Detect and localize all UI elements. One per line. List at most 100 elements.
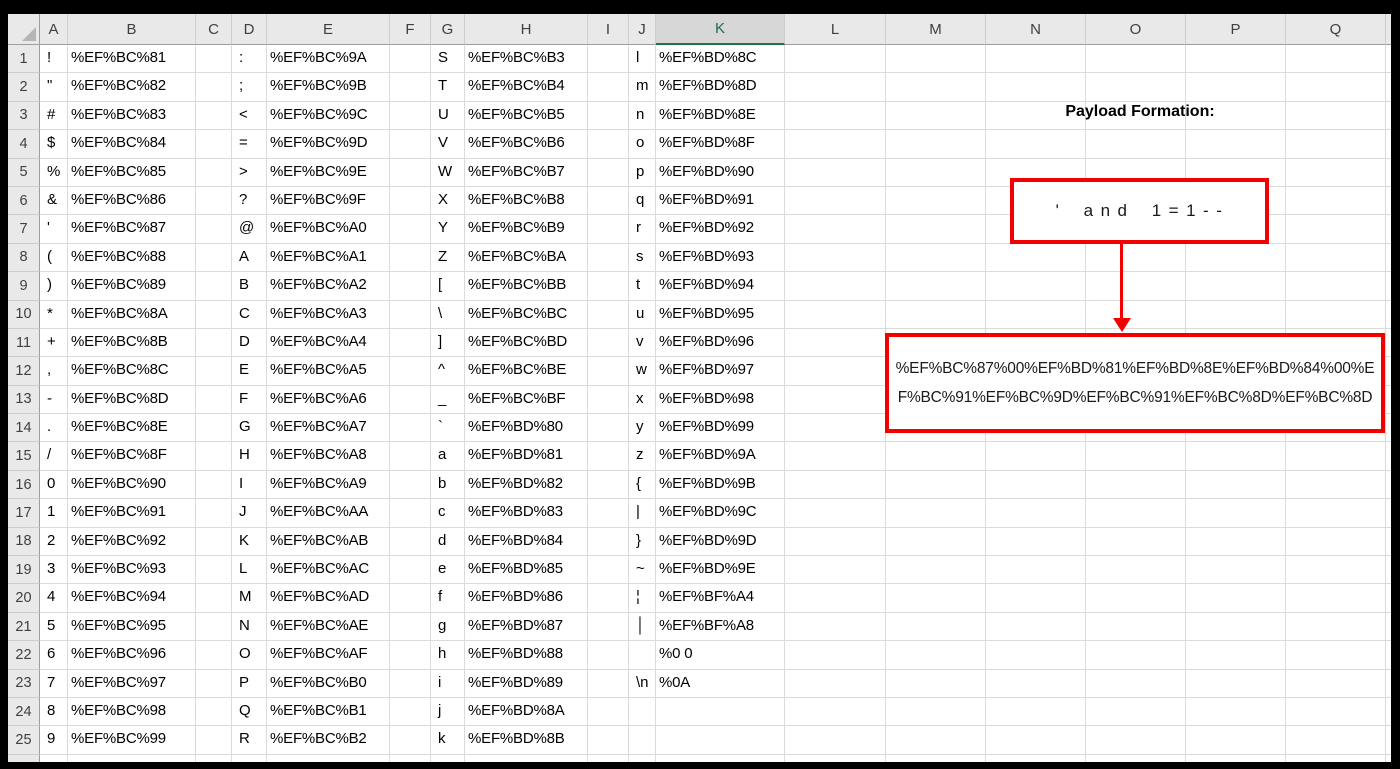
cell-E18[interactable]: %EF%BC%AB bbox=[267, 527, 390, 557]
cell-I10[interactable] bbox=[588, 300, 629, 329]
cell-A2[interactable]: " bbox=[40, 73, 68, 102]
cell-E16[interactable]: %EF%BC%A9 bbox=[267, 470, 390, 500]
cell-O18[interactable] bbox=[1086, 527, 1186, 557]
cell-J10[interactable]: u bbox=[629, 300, 656, 329]
cell-L22[interactable] bbox=[785, 641, 886, 670]
column-header-M[interactable]: M bbox=[886, 14, 986, 45]
cell-K10[interactable]: %EF%BD%95 bbox=[656, 300, 785, 329]
cell-A19[interactable]: 3 bbox=[40, 556, 68, 585]
cell-O1[interactable] bbox=[1086, 45, 1186, 74]
cell-C22[interactable] bbox=[196, 641, 232, 670]
cell-F24[interactable] bbox=[390, 697, 431, 727]
cell-Q3[interactable] bbox=[1286, 101, 1386, 131]
cell-N19[interactable] bbox=[986, 556, 1086, 585]
cell-D14[interactable]: G bbox=[232, 414, 267, 443]
cell-L3[interactable] bbox=[785, 101, 886, 131]
cell-B18[interactable]: %EF%BC%92 bbox=[68, 527, 196, 557]
cell-B26[interactable] bbox=[68, 754, 196, 762]
cell-B17[interactable]: %EF%BC%91 bbox=[68, 499, 196, 528]
cell-C25[interactable] bbox=[196, 726, 232, 755]
cell-A16[interactable]: 0 bbox=[40, 470, 68, 500]
cell-L9[interactable] bbox=[785, 272, 886, 301]
cell-G13[interactable]: _ bbox=[431, 385, 465, 415]
cell-H13[interactable]: %EF%BC%BF bbox=[465, 385, 588, 415]
cell-D15[interactable]: H bbox=[232, 442, 267, 471]
cell-N1[interactable] bbox=[986, 45, 1086, 74]
cell-B4[interactable]: %EF%BC%84 bbox=[68, 130, 196, 159]
cell-E14[interactable]: %EF%BC%A7 bbox=[267, 414, 390, 443]
cell-A11[interactable]: + bbox=[40, 328, 68, 358]
cell-F12[interactable] bbox=[390, 357, 431, 386]
cell-G26[interactable] bbox=[431, 754, 465, 762]
cell-P18[interactable] bbox=[1186, 527, 1286, 557]
row-header-23[interactable]: 23 bbox=[8, 669, 40, 698]
cell-C5[interactable] bbox=[196, 158, 232, 187]
cell-J25[interactable] bbox=[629, 726, 656, 755]
cell-Q15[interactable] bbox=[1286, 442, 1386, 471]
cell-J22[interactable] bbox=[629, 641, 656, 670]
cell-I24[interactable] bbox=[588, 697, 629, 727]
row-header-15[interactable]: 15 bbox=[8, 442, 40, 471]
cell-N17[interactable] bbox=[986, 499, 1086, 528]
cell-J14[interactable]: y bbox=[629, 414, 656, 443]
cell-C23[interactable] bbox=[196, 669, 232, 698]
cell-M24[interactable] bbox=[886, 697, 986, 727]
cell-P17[interactable] bbox=[1186, 499, 1286, 528]
cell-H17[interactable]: %EF%BD%83 bbox=[465, 499, 588, 528]
cell-M26[interactable] bbox=[886, 754, 986, 762]
cell-P21[interactable] bbox=[1186, 612, 1286, 642]
cell-I17[interactable] bbox=[588, 499, 629, 528]
cell-E5[interactable]: %EF%BC%9E bbox=[267, 158, 390, 187]
cell-P8[interactable] bbox=[1186, 243, 1286, 273]
cell-N18[interactable] bbox=[986, 527, 1086, 557]
cell-O22[interactable] bbox=[1086, 641, 1186, 670]
cell-Q7[interactable] bbox=[1286, 215, 1386, 244]
cell-D20[interactable]: M bbox=[232, 584, 267, 613]
cell-H21[interactable]: %EF%BD%87 bbox=[465, 612, 588, 642]
cell-O17[interactable] bbox=[1086, 499, 1186, 528]
cell-P20[interactable] bbox=[1186, 584, 1286, 613]
cell-D10[interactable]: C bbox=[232, 300, 267, 329]
cell-O23[interactable] bbox=[1086, 669, 1186, 698]
cell-G4[interactable]: V bbox=[431, 130, 465, 159]
cell-C10[interactable] bbox=[196, 300, 232, 329]
cell-F15[interactable] bbox=[390, 442, 431, 471]
cell-H15[interactable]: %EF%BD%81 bbox=[465, 442, 588, 471]
cell-B9[interactable]: %EF%BC%89 bbox=[68, 272, 196, 301]
column-header-O[interactable]: O bbox=[1086, 14, 1186, 45]
cell-K26[interactable] bbox=[656, 754, 785, 762]
row-header-1[interactable]: 1 bbox=[8, 45, 40, 74]
cell-B22[interactable]: %EF%BC%96 bbox=[68, 641, 196, 670]
cell-P25[interactable] bbox=[1186, 726, 1286, 755]
column-header-E[interactable]: E bbox=[267, 14, 390, 45]
cell-A20[interactable]: 4 bbox=[40, 584, 68, 613]
cell-H23[interactable]: %EF%BD%89 bbox=[465, 669, 588, 698]
cell-K15[interactable]: %EF%BD%9A bbox=[656, 442, 785, 471]
cell-N21[interactable] bbox=[986, 612, 1086, 642]
cell-M15[interactable] bbox=[886, 442, 986, 471]
cell-G14[interactable]: ` bbox=[431, 414, 465, 443]
cell-B1[interactable]: %EF%BC%81 bbox=[68, 45, 196, 74]
cell-B24[interactable]: %EF%BC%98 bbox=[68, 697, 196, 727]
cell-F10[interactable] bbox=[390, 300, 431, 329]
cell-M20[interactable] bbox=[886, 584, 986, 613]
cell-L6[interactable] bbox=[785, 186, 886, 216]
cell-C19[interactable] bbox=[196, 556, 232, 585]
cell-P1[interactable] bbox=[1186, 45, 1286, 74]
cell-M6[interactable] bbox=[886, 186, 986, 216]
cell-J21[interactable]: │ bbox=[629, 612, 656, 642]
cell-B25[interactable]: %EF%BC%99 bbox=[68, 726, 196, 755]
cell-Q21[interactable] bbox=[1286, 612, 1386, 642]
cell-P24[interactable] bbox=[1186, 697, 1286, 727]
cell-B6[interactable]: %EF%BC%86 bbox=[68, 186, 196, 216]
cell-C17[interactable] bbox=[196, 499, 232, 528]
cell-H12[interactable]: %EF%BC%BE bbox=[465, 357, 588, 386]
cell-I1[interactable] bbox=[588, 45, 629, 74]
cell-M10[interactable] bbox=[886, 300, 986, 329]
cell-C13[interactable] bbox=[196, 385, 232, 415]
cell-J6[interactable]: q bbox=[629, 186, 656, 216]
cell-D8[interactable]: A bbox=[232, 243, 267, 273]
cell-E1[interactable]: %EF%BC%9A bbox=[267, 45, 390, 74]
cell-F26[interactable] bbox=[390, 754, 431, 762]
cell-B11[interactable]: %EF%BC%8B bbox=[68, 328, 196, 358]
